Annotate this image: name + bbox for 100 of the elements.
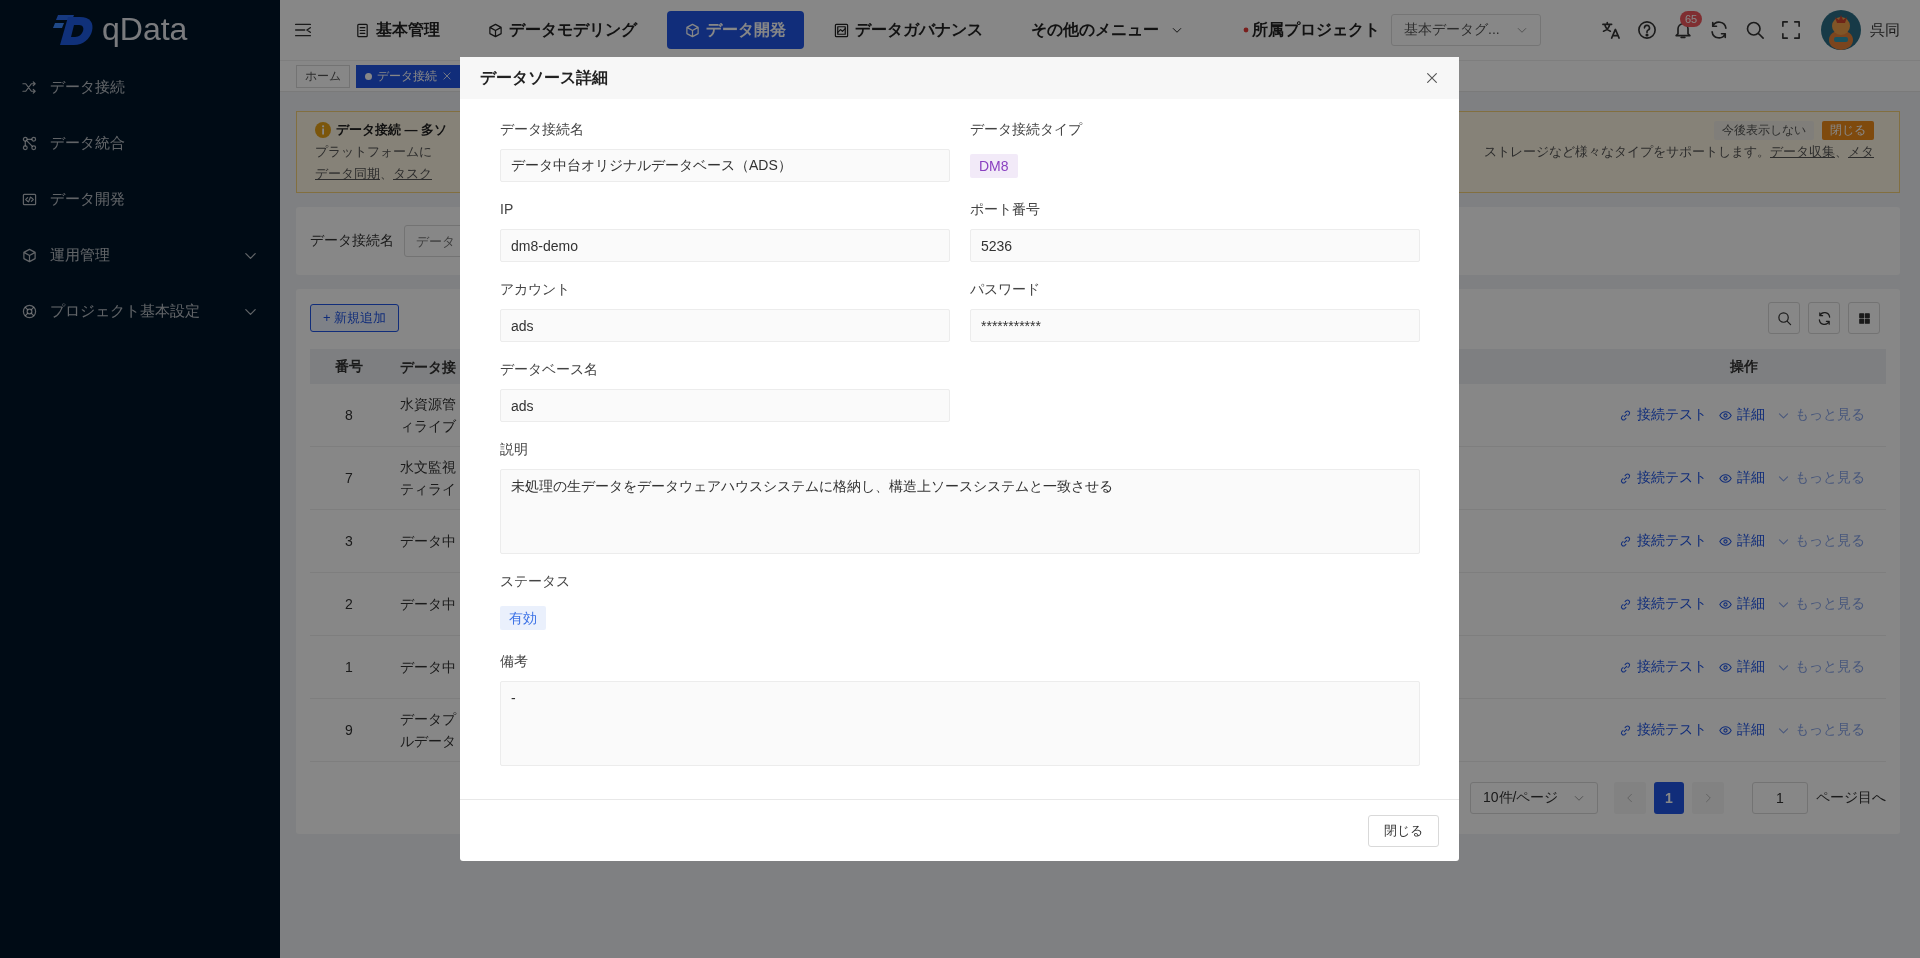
action-link[interactable]: 詳細 (1719, 532, 1765, 550)
project-select[interactable]: 基本データグ... (1391, 14, 1541, 46)
action-link[interactable]: 詳細 (1719, 721, 1765, 739)
table-cell: 水資源管 ィライブ (400, 396, 456, 434)
sidebar-item[interactable]: データ統合 (0, 115, 280, 171)
action-link[interactable]: 接続テスト (1619, 595, 1707, 613)
readonly-field: ads (500, 389, 950, 422)
readonly-text-area: - (500, 681, 1420, 766)
translate-icon[interactable] (1601, 20, 1621, 40)
eye-icon (1719, 471, 1732, 485)
action-link[interactable]: 接続テスト (1619, 721, 1707, 739)
link[interactable]: タスク (393, 163, 432, 185)
action-link[interactable]: もっと見る (1777, 469, 1865, 487)
cube-icon (685, 22, 700, 38)
help-icon[interactable] (1637, 20, 1657, 40)
project-label: 所属プロジェクト (1252, 19, 1380, 40)
action-link[interactable]: 詳細 (1719, 595, 1765, 613)
eye-icon (1719, 408, 1732, 422)
close-button[interactable]: 閉じる (1822, 120, 1874, 140)
action-link[interactable]: 詳細 (1719, 658, 1765, 676)
notice-title: データ接続 — 多ソ (336, 121, 448, 139)
page-size-select[interactable]: 10件/ページ (1470, 782, 1598, 814)
link[interactable]: メタ (1848, 141, 1874, 163)
user-name: 呉同 (1870, 20, 1900, 40)
link-icon (1619, 597, 1632, 611)
field-label: 説明 (500, 440, 529, 459)
eye-icon (1719, 660, 1732, 674)
refresh-button[interactable] (1808, 302, 1840, 334)
table-cell: 3 (345, 533, 353, 549)
nav-menu-item[interactable]: データモデリング (470, 11, 655, 49)
field-label: データ接続名 (500, 120, 585, 139)
action-link[interactable]: もっと見る (1777, 721, 1865, 739)
nav-menu-item[interactable]: データガバナンス (816, 11, 1001, 49)
table-cell: データプ ルデータ (400, 711, 456, 749)
table-cell: データ中 (400, 596, 456, 612)
action-link[interactable]: 接続テスト (1619, 532, 1707, 550)
column-header: データ接 (400, 358, 456, 375)
link-icon (1619, 723, 1632, 737)
table-cell: 7 (345, 470, 353, 486)
picture-frame-icon (834, 22, 849, 38)
field-label: パスワード (970, 280, 1041, 299)
page-button[interactable]: 1 (1654, 782, 1684, 814)
action-link[interactable]: 詳細 (1719, 406, 1765, 424)
link[interactable]: データ同期 (315, 163, 380, 185)
notice-text: プラットフォームに (315, 143, 433, 161)
field-label: データベース名 (500, 360, 599, 379)
add-button[interactable]: + 新規追加 (310, 304, 400, 332)
action-link[interactable]: もっと見る (1777, 595, 1865, 613)
link[interactable]: データ収集 (1770, 141, 1835, 163)
action-link[interactable]: 接続テスト (1619, 658, 1707, 676)
code-icon (22, 191, 37, 207)
sidebar-item[interactable]: データ開発 (0, 171, 280, 227)
sidebar-item[interactable]: データ接続 (0, 59, 280, 115)
dismiss-button[interactable]: 今後表示しない (1714, 120, 1814, 140)
page-jump-label: ページ目へ (1816, 789, 1886, 807)
search-icon (1776, 310, 1792, 326)
action-link[interactable]: 詳細 (1719, 469, 1765, 487)
close-button[interactable]: 閉じる (1368, 814, 1439, 847)
sidebar-item[interactable]: 運用管理 (0, 227, 280, 283)
lifebuoy-icon (22, 303, 37, 319)
field-label: ステータス (500, 572, 571, 591)
eye-icon (1719, 723, 1732, 737)
nav-menu-item[interactable]: 基本管理 (337, 11, 458, 49)
page-tab[interactable]: データ接続 (356, 64, 461, 88)
nav-menu-item[interactable]: その他のメニュー (1013, 11, 1201, 49)
columns-button[interactable] (1848, 302, 1880, 334)
search-icon[interactable] (1745, 20, 1765, 40)
link-icon (1619, 660, 1632, 674)
tag: DM8 (970, 153, 1018, 178)
action-link[interactable]: 接続テスト (1619, 406, 1707, 424)
field-label: データ接続タイプ (970, 120, 1084, 139)
page-tab[interactable]: ホーム (296, 64, 350, 88)
action-link[interactable]: もっと見る (1777, 658, 1865, 676)
logo-text: qData (102, 11, 188, 48)
readonly-text-area: 未処理の生データをデータウェアハウスシステムに格納し、構造上ソースシステムと一致させる (500, 469, 1420, 554)
document-icon (355, 22, 370, 38)
table-cell: 9 (345, 722, 353, 738)
table-cell: 1 (345, 659, 353, 675)
close-icon[interactable] (1425, 71, 1439, 85)
action-link[interactable]: もっと見る (1777, 406, 1865, 424)
table-cell: データ中 (400, 533, 456, 549)
dot-icon (365, 72, 372, 80)
menu-icon[interactable] (294, 21, 312, 39)
shuffle-icon (22, 79, 37, 95)
refresh-icon[interactable] (1709, 20, 1729, 40)
search-button[interactable] (1768, 302, 1800, 334)
close-icon[interactable] (442, 71, 452, 81)
page-jump-field[interactable]: 1 (1752, 782, 1808, 814)
avatar-icon[interactable] (1821, 10, 1861, 50)
readonly-field: ads (500, 309, 950, 342)
table-cell: データ中 (400, 659, 456, 675)
action-link[interactable]: もっと見る (1777, 532, 1865, 550)
nav-menu-item[interactable]: データ開発 (667, 11, 804, 49)
sidebar-item[interactable]: プロジェクト基本設定 (0, 283, 280, 339)
action-link[interactable]: 接続テスト (1619, 469, 1707, 487)
fullscreen-icon[interactable] (1781, 20, 1801, 40)
tag: 有効 (500, 605, 546, 630)
readonly-field: 5236 (970, 229, 1420, 262)
readonly-field: データ中台オリジナルデータベース（ADS） (500, 149, 950, 182)
link-icon (1619, 408, 1632, 422)
